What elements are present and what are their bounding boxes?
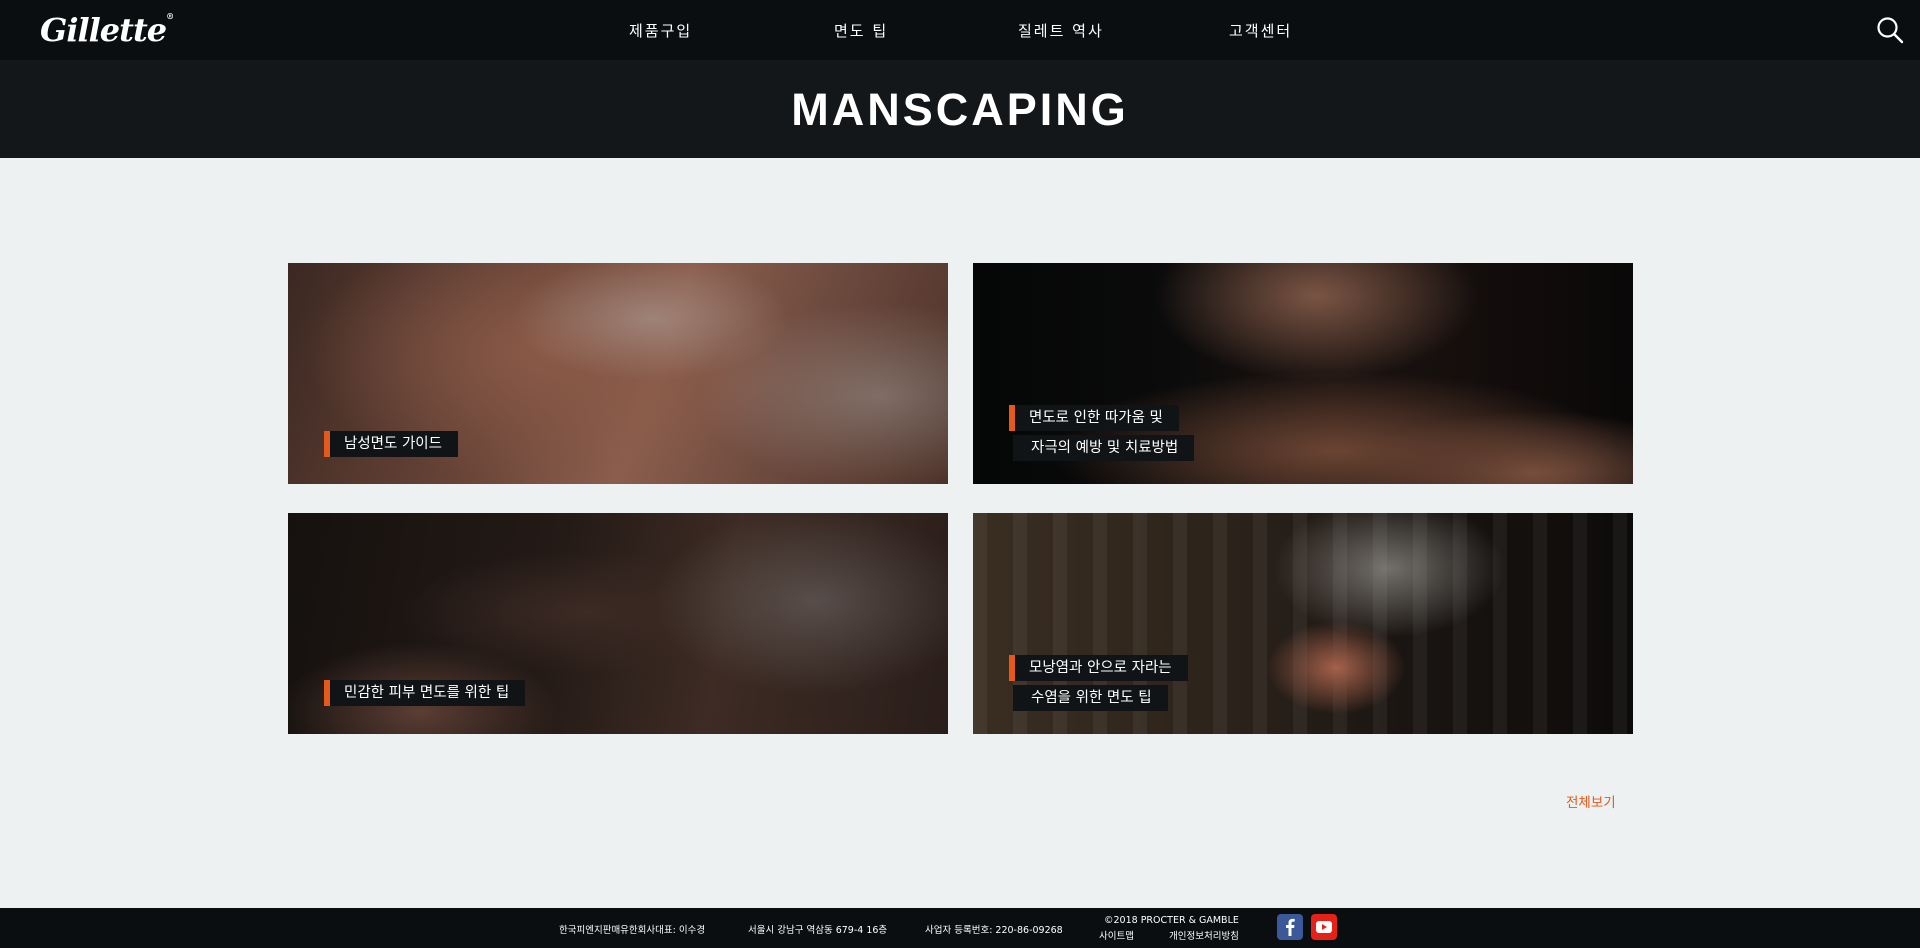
nav-item-shaving-tips[interactable]: 면도 팁 bbox=[834, 20, 888, 41]
youtube-icon[interactable] bbox=[1311, 914, 1337, 940]
footer-copyright: ©2018 PROCTER & GAMBLE bbox=[1104, 915, 1239, 926]
article-title-line: 자극의 예방 및 치료방법 bbox=[1013, 435, 1195, 461]
nav-item-buy-products[interactable]: 제품구입 bbox=[629, 20, 692, 41]
sitemap-link[interactable]: 사이트맵 bbox=[1099, 928, 1134, 942]
article-card-irritation-prevention[interactable]: 면도로 인한 따가움 및 자극의 예방 및 치료방법 bbox=[973, 263, 1633, 484]
footer-registration: 사업자 등록번호: 220-86-09268 bbox=[925, 925, 1063, 936]
page-title: MANSCAPING bbox=[791, 84, 1129, 135]
article-title-line: 민감한 피부 면도를 위한 팁 bbox=[323, 680, 526, 706]
nav-item-customer-center[interactable]: 고객센터 bbox=[1229, 20, 1292, 41]
top-navigation-bar bbox=[0, 0, 1920, 60]
nav-item-gillette-history[interactable]: 질레트 역사 bbox=[1018, 20, 1104, 41]
article-card-folliculitis[interactable]: 모낭염과 안으로 자라는 수염을 위한 면도 팁 bbox=[973, 513, 1633, 734]
article-title-line: 모낭염과 안으로 자라는 bbox=[1009, 655, 1188, 681]
footer-address: 서울시 강남구 역삼동 679-4 16층 bbox=[748, 925, 888, 936]
privacy-policy-link[interactable]: 개인정보처리방침 bbox=[1169, 928, 1239, 942]
gillette-logo[interactable]: Gillette® bbox=[40, 11, 174, 49]
article-card-sensitive-skin[interactable]: 민감한 피부 면도를 위한 팁 bbox=[288, 513, 948, 734]
footer-company: 한국피엔지판매유한회사대표: 이수경 bbox=[559, 925, 706, 936]
view-all-link[interactable]: 전체보기 bbox=[1566, 791, 1616, 811]
article-title-line: 면도로 인한 따가움 및 bbox=[1009, 405, 1179, 431]
article-title-line: 수염을 위한 면도 팁 bbox=[1013, 685, 1168, 711]
facebook-icon[interactable] bbox=[1277, 914, 1303, 940]
search-icon[interactable] bbox=[1876, 16, 1904, 44]
article-title-line: 남성면도 가이드 bbox=[324, 431, 458, 457]
article-card-shaving-guide[interactable]: 남성면도 가이드 bbox=[288, 263, 948, 484]
